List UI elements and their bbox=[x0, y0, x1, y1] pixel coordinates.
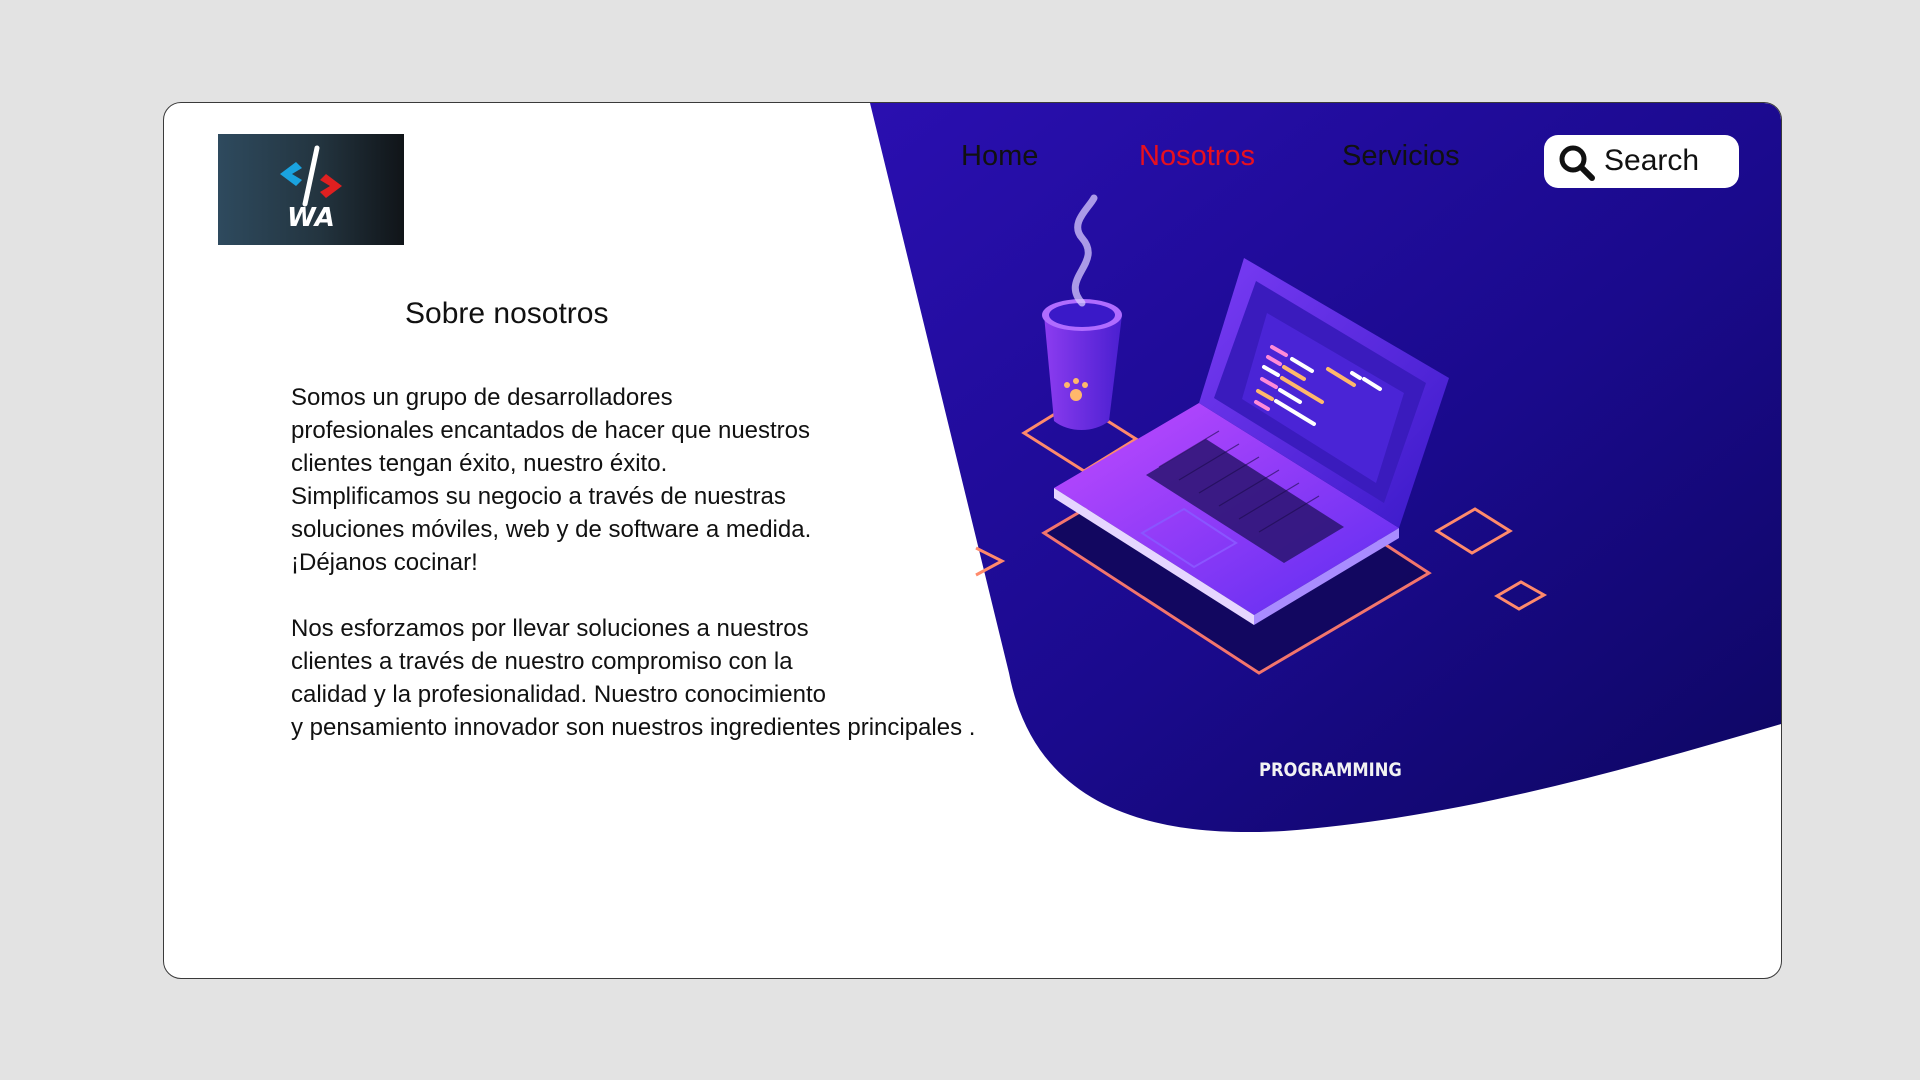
paragraph-line: ¡Déjanos cocinar! bbox=[291, 549, 478, 576]
search-icon bbox=[1559, 145, 1595, 181]
page-card: WA Home Nosotros Servicios Search Sobre … bbox=[163, 102, 1782, 979]
nav-servicios[interactable]: Servicios bbox=[1342, 140, 1460, 173]
paragraph-line: clientes a través de nuestro compromiso … bbox=[291, 648, 793, 675]
paragraph-line: Nos esforzamos por llevar soluciones a n… bbox=[291, 615, 809, 642]
search-box[interactable]: Search bbox=[1544, 135, 1739, 188]
paragraph-line: calidad y la profesionalidad. Nuestro co… bbox=[291, 681, 826, 708]
search-label: Search bbox=[1604, 144, 1700, 177]
logo-text: WA bbox=[287, 203, 335, 233]
section-title: Sobre nosotros bbox=[405, 297, 609, 330]
paragraph-line: Simplificamos su negocio a través de nue… bbox=[291, 483, 786, 510]
brand-logo[interactable]: WA bbox=[218, 134, 404, 245]
about-paragraph-2: Nos esforzamos por llevar soluciones a n… bbox=[291, 612, 1051, 744]
paragraph-line: clientes tengan éxito, nuestro éxito. bbox=[291, 450, 668, 477]
about-paragraph-1: Somos un grupo de desarrolladores profes… bbox=[291, 381, 1051, 579]
hero-caption: PROGRAMMING bbox=[1259, 759, 1402, 781]
paragraph-line: soluciones móviles, web y de software a … bbox=[291, 516, 812, 543]
paragraph-line: Somos un grupo de desarrolladores bbox=[291, 384, 673, 411]
paragraph-line: profesionales encantados de hacer que nu… bbox=[291, 417, 811, 444]
nav-home[interactable]: Home bbox=[961, 140, 1038, 173]
nav-nosotros[interactable]: Nosotros bbox=[1139, 140, 1255, 173]
paragraph-line: y pensamiento innovador son nuestros ing… bbox=[291, 714, 976, 741]
